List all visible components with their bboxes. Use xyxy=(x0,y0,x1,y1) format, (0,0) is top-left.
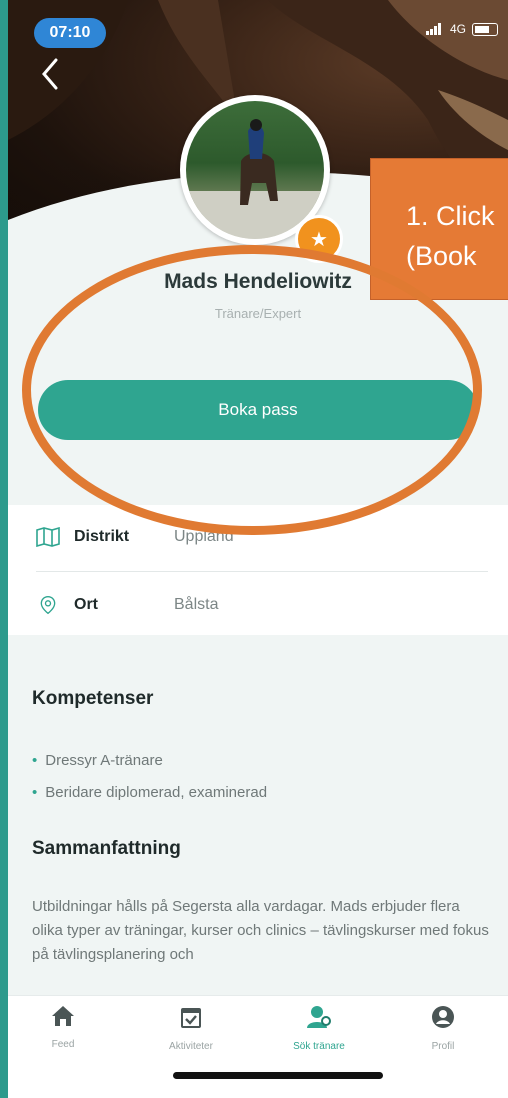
tab-label: Feed xyxy=(51,1039,75,1050)
district-label: Distrikt xyxy=(74,528,130,545)
city-row: Ort Bålsta xyxy=(8,573,508,637)
summary-title: Sammanfattning xyxy=(32,838,181,859)
tab-label: Profil xyxy=(431,1041,455,1052)
city-value: Bålsta xyxy=(174,596,219,613)
tab-label: Sök tränare xyxy=(293,1041,345,1052)
list-item: • Beridare diplomerad, examinerad xyxy=(32,784,268,801)
avatar-photo xyxy=(186,101,324,239)
summary-text: Utbildningar hålls på Segersta alla vard… xyxy=(32,898,489,963)
signal-icon xyxy=(425,23,444,35)
status-indicators: 4G xyxy=(425,22,498,36)
list-item: • Dressyr A-tränare xyxy=(32,752,163,769)
district-row: Distrikt Uppland xyxy=(8,505,508,569)
tab-feed[interactable]: Feed xyxy=(8,1004,118,1050)
location-pin-icon xyxy=(40,595,56,615)
tab-search-trainer[interactable]: Sök tränare xyxy=(264,1004,374,1052)
star-badge-icon: ★ xyxy=(295,215,343,263)
competencies-list: • Dressyr A-tränare • Beridare diplomerad,… xyxy=(32,748,267,812)
map-icon xyxy=(36,527,60,547)
trainer-role: Tränare/Expert xyxy=(214,306,302,321)
city-label: Ort xyxy=(74,596,98,613)
home-indicator xyxy=(173,1072,383,1079)
battery-icon xyxy=(472,22,498,36)
calendar-check-icon xyxy=(181,1008,201,1028)
network-label: 4G xyxy=(449,22,466,36)
tab-bar: Feed Aktiviteter Sök tränare Profil xyxy=(8,995,508,1098)
info-card: Distrikt Uppland Ort Bålsta xyxy=(8,505,508,635)
divider xyxy=(36,571,488,572)
back-arrow-icon[interactable] xyxy=(36,54,66,94)
content-background xyxy=(8,250,508,1098)
tutorial-callout-text: 1. Click (Book xyxy=(406,201,495,271)
home-icon xyxy=(52,1006,74,1026)
book-session-button[interactable]: Boka pass xyxy=(38,380,478,440)
search-trainer-icon xyxy=(307,1006,331,1028)
tab-profile[interactable]: Profil xyxy=(388,1004,498,1052)
tab-label: Aktiviteter xyxy=(169,1041,213,1052)
competencies-title: Kompetenser xyxy=(32,688,154,709)
profile-icon xyxy=(432,1006,454,1028)
tab-activities[interactable]: Aktiviteter xyxy=(136,1004,246,1052)
status-time: 07:10 xyxy=(34,18,106,48)
district-value: Uppland xyxy=(174,528,234,545)
